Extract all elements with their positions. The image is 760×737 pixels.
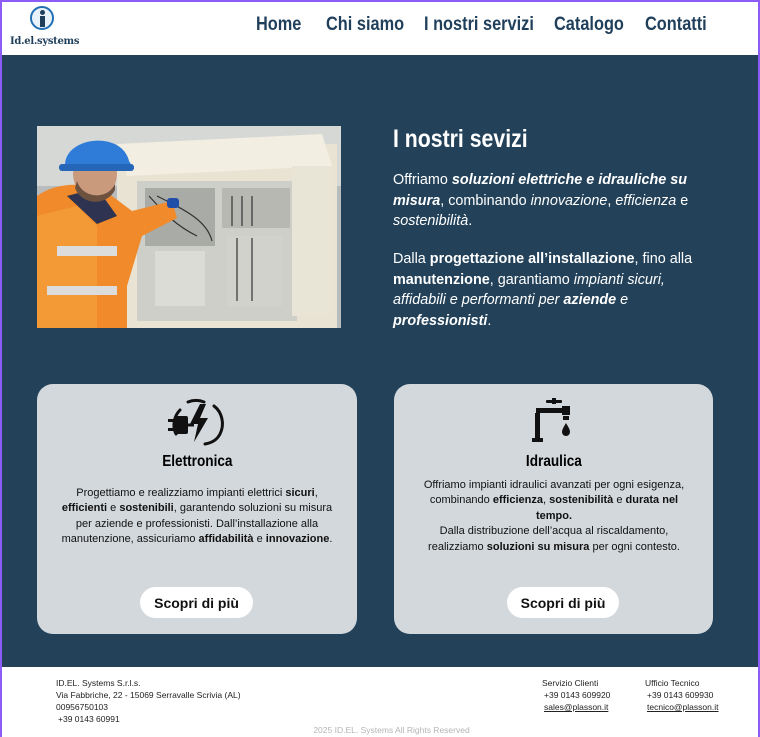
card-emphasis: sostenibili — [119, 502, 174, 515]
intro-text: Offriamo — [393, 172, 452, 188]
card-emphasis: sicuri — [285, 487, 315, 499]
intro-emphasis: sostenibilità — [393, 213, 469, 229]
footer-phone: +39 0143 60991 — [58, 714, 120, 724]
footer-address: Via Fabbriche, 22 - 15069 Serravalle Scr… — [56, 690, 241, 700]
card-text: per ogni contesto. — [589, 540, 680, 553]
page-title: I nostri sevizi — [393, 125, 528, 153]
intro-text: . — [487, 312, 492, 329]
nav-contatti[interactable]: Contatti — [645, 14, 707, 36]
intro-text: , fino alla — [634, 251, 693, 267]
card-emphasis: efficienza — [492, 494, 543, 507]
intro-emphasis: aziende — [563, 292, 617, 308]
footer-service-email[interactable]: sales@plasson.it — [544, 701, 608, 713]
intro-emphasis: e — [616, 292, 629, 308]
card-emphasis: affidabilità — [198, 533, 254, 546]
card-text: , — [314, 487, 318, 499]
card-title-text: Idraulica — [525, 453, 582, 470]
intro-text: , garantiamo — [489, 271, 574, 288]
nav-catalogo[interactable]: Catalogo — [554, 14, 624, 36]
card-emphasis: soluzioni su misura — [486, 540, 590, 553]
intro-text: Dalla — [393, 251, 430, 267]
nav-servizi[interactable]: I nostri servizi — [424, 14, 534, 36]
site-footer: ID.EL. Systems S.r.l.s. Via Fabbriche, 2… — [0, 667, 760, 737]
card-title-text: Elettronica — [161, 453, 233, 470]
footer-vat: 00956750103 — [56, 702, 109, 712]
logo-text: Id.el.systems — [10, 36, 80, 47]
footer-service-phone[interactable]: +39 0143 609920 — [544, 689, 610, 701]
faucet-drop-icon — [531, 398, 576, 450]
intro-text: , combinando — [440, 192, 531, 209]
card-description: Progettiamo e realizziamo impianti elett… — [57, 486, 337, 548]
card-text: e — [107, 502, 120, 515]
footer-tech-phone[interactable]: +39 0143 609930 — [647, 689, 713, 701]
nav-home[interactable]: Home — [256, 14, 301, 36]
card-text: e — [253, 533, 266, 546]
service-card-idraulica: Idraulica Offriamo impianti idraulici av… — [394, 384, 713, 634]
card-description: Offriamo impianti idraulici avanzati per… — [414, 478, 694, 555]
intro-emphasis: progettazione all’installazione — [429, 251, 635, 267]
nav-chi-siamo[interactable]: Chi siamo — [326, 14, 404, 36]
intro-emphasis: efficienza — [615, 192, 677, 209]
electrician-photo — [37, 126, 341, 328]
intro-paragraph-2: Dalla progettazione all’installazione, f… — [393, 249, 693, 331]
plug-lightning-icon — [168, 398, 226, 450]
intro-emphasis: innovazione — [530, 192, 608, 209]
footer-tech-email[interactable]: tecnico@plasson.it — [647, 701, 718, 713]
card-text: Progettiamo e realizziamo impianti elett… — [76, 487, 286, 499]
scopri-idraulica-button[interactable]: Scopri di più — [507, 587, 619, 618]
logo-i-dot — [40, 10, 45, 15]
card-emphasis: sostenibilità — [549, 494, 614, 507]
intro-emphasis: manutenzione — [393, 271, 490, 288]
footer-company: ID.EL. Systems S.r.l.s. — [56, 678, 141, 688]
site-header: Id.el.systems Home Chi siamo I nostri se… — [0, 0, 760, 55]
card-title: Idraulica — [394, 453, 713, 471]
intro-text: e — [676, 192, 689, 209]
scopri-elettronica-button[interactable]: Scopri di più — [140, 587, 253, 618]
intro-text: . — [468, 213, 473, 229]
card-title: Elettronica — [37, 453, 357, 471]
footer-copyright: 2025 ID.EL. Systems All Rights Reserved — [313, 725, 470, 735]
footer-service-title: Servizio Clienti — [542, 678, 599, 688]
logo-i-bar — [40, 16, 45, 27]
service-card-elettronica: Elettronica Progettiamo e realizziamo im… — [37, 384, 357, 634]
intro-emphasis: professionisti — [393, 312, 488, 329]
card-text: . — [329, 533, 333, 546]
footer-tech-title: Ufficio Tecnico — [645, 678, 700, 688]
logo[interactable]: Id.el.systems — [10, 6, 80, 50]
intro-paragraph-1: Offriamo soluzioni elettriche e idraulic… — [393, 170, 693, 232]
card-emphasis: innovazione — [265, 533, 330, 546]
card-emphasis: efficienti — [61, 502, 108, 515]
card-text: e — [613, 494, 626, 507]
services-section: I nostri sevizi Offriamo soluzioni elett… — [0, 55, 760, 667]
